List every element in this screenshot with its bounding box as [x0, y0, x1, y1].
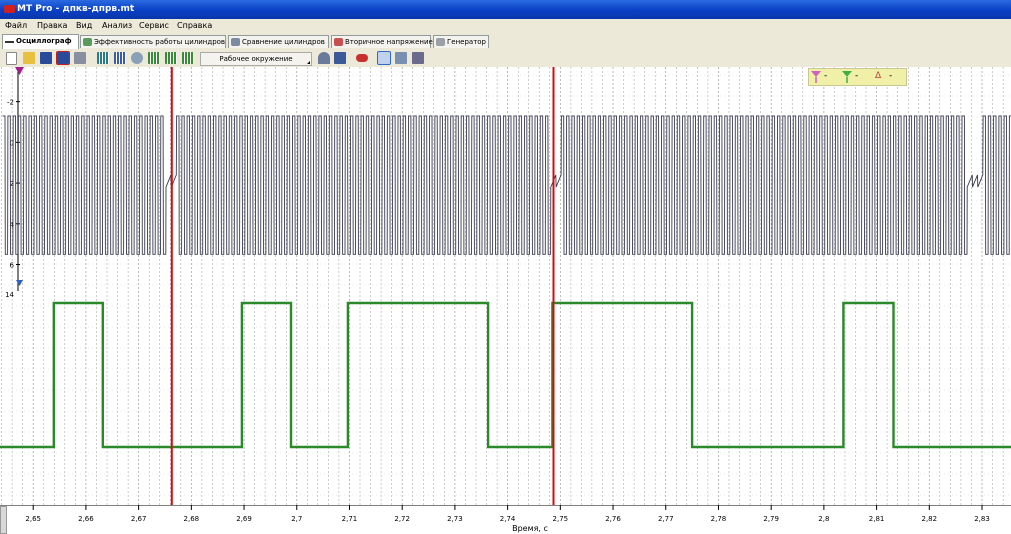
tab-label: Эффективность работы цилиндров	[94, 38, 226, 46]
x-tick-label: 2,74	[500, 515, 516, 523]
undo-icon[interactable]	[318, 52, 330, 64]
x-tick-label: 2,65	[25, 515, 41, 523]
x-tick-label: 2,77	[658, 515, 674, 523]
window-title: MT Pro - дпкв-дпрв.mt	[17, 4, 135, 14]
cursor-a-value: -	[824, 71, 828, 81]
menu-item-view[interactable]: Вид	[76, 19, 92, 33]
tab-label: Осциллограф	[16, 37, 72, 45]
export-icon[interactable]	[74, 52, 86, 64]
cursor-a-icon	[811, 71, 821, 83]
tab-cylinders-efficiency[interactable]: Эффективность работы цилиндров	[80, 35, 226, 48]
save-as-icon[interactable]	[56, 51, 70, 65]
menu-item-file[interactable]: Файл	[5, 19, 27, 33]
x-tick-label: 2,8	[818, 515, 829, 523]
cylinders-efficiency-icon	[83, 38, 92, 46]
cursor-b-value: -	[855, 71, 859, 81]
cylinders-compare-icon	[231, 38, 240, 46]
workspace-dropdown[interactable]: Рабочее окружение	[200, 52, 312, 66]
title-bar: MT Pro - дпкв-дпрв.mt	[0, 0, 1011, 19]
cursor-mode-icon[interactable]	[377, 51, 391, 65]
menu-item-edit[interactable]: Правка	[37, 19, 67, 33]
tab-bar: Осциллограф Эффективность работы цилиндр…	[0, 33, 1011, 50]
y-tick-label: 6	[10, 262, 15, 270]
link-icon[interactable]	[131, 52, 143, 64]
channel-2-icon[interactable]	[114, 52, 126, 64]
oscilloscope-icon	[5, 37, 14, 43]
cursor-b-icon	[842, 71, 852, 83]
x-tick-label: 2,72	[394, 515, 410, 523]
x-tick-label: 2,7	[291, 515, 302, 523]
x-tick-label: 2,75	[553, 515, 569, 523]
digital-signal[interactable]	[0, 301, 1011, 449]
x-tick-label: 2,81	[869, 515, 885, 523]
delta-icon: Δ	[875, 71, 882, 81]
menu-item-service[interactable]: Сервис	[139, 19, 169, 33]
channel-b-marker-icon[interactable]	[16, 280, 23, 286]
channel-4-icon[interactable]	[165, 52, 177, 64]
channel-5-icon[interactable]	[182, 52, 194, 64]
grid-mode-icon[interactable]	[412, 52, 424, 64]
analog-trace	[2, 115, 1011, 255]
tab-label: Генератор	[447, 38, 486, 46]
time-axis: 2,65 2,66 2,67 2,68 2,69 2,7 2,71 2,72 2,73 2,74 2…	[0, 505, 1011, 534]
menu-item-help[interactable]: Справка	[177, 19, 212, 33]
x-tick-label: 2,68	[184, 515, 200, 523]
tab-label: Вторичное напряжение	[345, 38, 433, 46]
menu-bar: Файл Правка Вид Анализ Сервис Справка	[0, 19, 1011, 33]
x-tick-label: 2,69	[236, 515, 252, 523]
secondary-voltage-icon	[334, 38, 343, 46]
generator-icon	[436, 38, 445, 46]
digital-trace	[0, 301, 1011, 449]
y-tick-label: -2	[7, 99, 14, 107]
zoom-mode-icon[interactable]	[395, 52, 407, 64]
save-icon[interactable]	[40, 52, 52, 64]
cursor-readout: - - Δ -	[808, 68, 907, 86]
channel-1-icon[interactable]	[97, 52, 109, 64]
save-view-icon[interactable]	[334, 52, 346, 64]
y-extra-label: 14	[5, 291, 14, 299]
x-tick-label: 2,76	[605, 515, 621, 523]
x-axis-label: Время, с	[512, 524, 548, 533]
x-tick-label: 2,78	[711, 515, 727, 523]
x-tick-label: 2,79	[763, 515, 779, 523]
x-tick-label: 2,66	[78, 515, 94, 523]
app-logo-icon	[4, 5, 15, 13]
menu-item-analysis[interactable]: Анализ	[102, 19, 132, 33]
tab-secondary-voltage[interactable]: Вторичное напряжение	[331, 35, 433, 48]
oscilloscope-plot[interactable]: -2024614	[0, 67, 1011, 505]
x-tick-label: 2,67	[131, 515, 147, 523]
new-file-icon[interactable]	[6, 52, 17, 65]
tab-generator[interactable]: Генератор	[433, 35, 489, 48]
tab-cylinders-compare[interactable]: Сравнение цилиндров	[228, 35, 329, 48]
analog-signal[interactable]	[2, 115, 1011, 255]
x-tick-label: 2,71	[342, 515, 358, 523]
toolbar: Рабочее окружение	[0, 49, 1011, 67]
tab-oscilloscope[interactable]: Осциллограф	[2, 34, 79, 49]
dropdown-arrow-icon	[307, 61, 310, 64]
workspace-label: Рабочее окружение	[219, 55, 293, 63]
cursor-delta-value: -	[889, 71, 893, 81]
open-folder-icon[interactable]	[23, 52, 35, 64]
tab-label: Сравнение цилиндров	[242, 38, 325, 46]
car-icon[interactable]	[356, 54, 368, 62]
x-tick-label: 2,73	[447, 515, 463, 523]
x-tick-label: 2,83	[974, 515, 990, 523]
horizontal-scrollbar[interactable]	[0, 506, 7, 534]
x-axis-ticks: 2,65 2,66 2,67 2,68 2,69 2,7 2,71 2,72 2,73 2,74 2…	[0, 505, 1011, 523]
x-tick-label: 2,82	[922, 515, 938, 523]
channel-3-icon[interactable]	[148, 52, 160, 64]
